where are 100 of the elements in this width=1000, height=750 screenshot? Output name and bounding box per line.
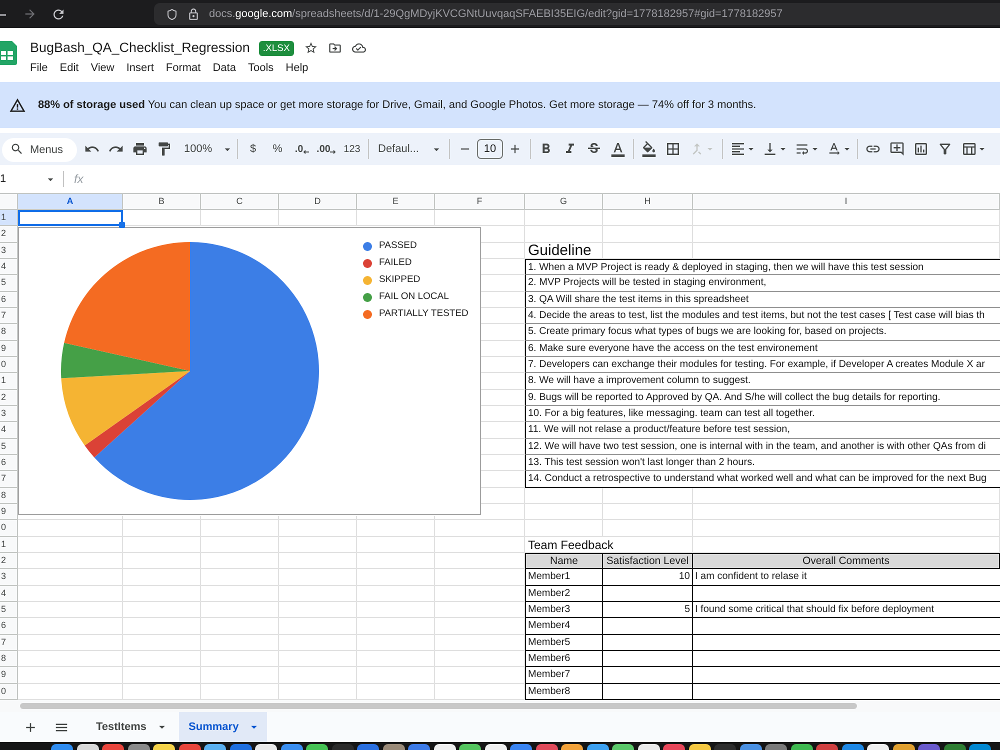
star-icon[interactable]	[304, 41, 318, 55]
empty-cell[interactable]	[279, 536, 357, 553]
percent-format-button[interactable]: %	[265, 137, 290, 161]
app-icon[interactable]	[255, 744, 277, 750]
address-bar[interactable]: docs.google.com/spreadsheets/d/1-29QgMDyjKVCGNtUuvqaqSFAEBI35EIG/edit?gid=1778182957#gid=1778182957	[154, 3, 1000, 25]
row-header[interactable]: 4	[0, 586, 18, 602]
app-icon[interactable]	[434, 744, 456, 750]
column-header[interactable]: E	[357, 194, 435, 210]
row-header[interactable]: 0	[0, 684, 18, 700]
row-header[interactable]: 8	[0, 650, 18, 668]
empty-cell[interactable]	[201, 650, 279, 668]
folder-move-icon[interactable]	[328, 41, 342, 55]
column-header[interactable]: A	[18, 194, 123, 210]
horizontal-scrollbar[interactable]	[0, 700, 1000, 712]
menu-item[interactable]: Tools	[248, 61, 274, 75]
empty-cell[interactable]	[525, 488, 603, 504]
empty-cell[interactable]	[693, 504, 1000, 520]
chart-icon[interactable]	[913, 141, 929, 157]
font-size-field[interactable]: 10	[477, 139, 503, 159]
empty-cell[interactable]	[693, 488, 1000, 504]
empty-cell[interactable]	[435, 210, 525, 226]
column-header[interactable]: C	[201, 194, 279, 210]
empty-cell[interactable]	[201, 634, 279, 651]
plus-icon[interactable]	[508, 142, 522, 156]
scrollbar-thumb[interactable]	[20, 703, 857, 709]
app-icon[interactable]	[484, 744, 506, 750]
empty-cell[interactable]	[435, 667, 525, 684]
empty-cell[interactable]	[201, 602, 279, 618]
column-header[interactable]: H	[603, 194, 693, 210]
menu-item[interactable]: Help	[286, 61, 308, 75]
row-header[interactable]: 3	[0, 242, 18, 259]
row-header[interactable]: 7	[0, 308, 18, 324]
app-icon[interactable]	[459, 744, 481, 750]
empty-cell[interactable]	[603, 520, 693, 537]
paint-format-icon[interactable]	[156, 141, 172, 157]
increase-decimal-button[interactable]: .00	[314, 137, 339, 161]
empty-cell[interactable]	[357, 586, 435, 602]
menu-item[interactable]: View	[90, 61, 114, 75]
empty-cell[interactable]	[693, 226, 1000, 243]
empty-cell[interactable]	[693, 520, 1000, 537]
column-header[interactable]: G	[525, 194, 603, 210]
empty-cell[interactable]	[357, 634, 435, 651]
empty-cell[interactable]	[435, 634, 525, 651]
empty-cell[interactable]	[279, 586, 357, 602]
menu-item[interactable]: Insert	[126, 61, 154, 75]
empty-cell[interactable]	[279, 634, 357, 651]
empty-cell[interactable]	[357, 650, 435, 668]
row-header[interactable]: 2	[0, 226, 18, 243]
empty-cell[interactable]	[279, 650, 357, 668]
decrease-decimal-button[interactable]: .0	[290, 137, 314, 161]
row-header[interactable]: 5	[0, 275, 18, 292]
sheet-tab[interactable]: TestItems	[86, 712, 175, 742]
menu-item[interactable]: Data	[212, 61, 236, 75]
empty-cell[interactable]	[279, 618, 357, 635]
empty-cell[interactable]	[525, 226, 603, 243]
name-box[interactable]: 1	[0, 170, 44, 188]
empty-cell[interactable]	[123, 667, 201, 684]
empty-cell[interactable]	[435, 618, 525, 635]
currency-format-button[interactable]: $	[241, 137, 265, 161]
print-icon[interactable]	[132, 141, 148, 157]
menu-item[interactable]: Format	[166, 61, 201, 75]
app-icon[interactable]	[638, 744, 660, 750]
selected-cell[interactable]	[18, 210, 123, 226]
filter-icon[interactable]	[937, 141, 953, 157]
app-icon[interactable]	[204, 744, 226, 750]
row-header[interactable]: 4	[0, 258, 18, 276]
row-header[interactable]: 0	[0, 356, 18, 374]
empty-cell[interactable]	[525, 504, 603, 520]
row-header[interactable]: 4	[0, 422, 18, 439]
fill-handle-icon[interactable]	[119, 222, 125, 228]
menu-item[interactable]: File	[30, 61, 48, 75]
empty-cell[interactable]	[357, 552, 435, 570]
empty-cell[interactable]	[201, 667, 279, 684]
empty-cell[interactable]	[201, 569, 279, 586]
borders-icon[interactable]	[665, 141, 681, 157]
empty-cell[interactable]	[123, 569, 201, 586]
row-header[interactable]: 1	[0, 536, 18, 553]
empty-cell[interactable]	[201, 586, 279, 602]
empty-cell[interactable]	[123, 602, 201, 618]
cloud-check-icon[interactable]	[352, 41, 366, 55]
app-icon[interactable]	[306, 744, 328, 750]
row-header[interactable]: 7	[0, 634, 18, 651]
search-field[interactable]: Menus	[2, 138, 77, 162]
empty-cell[interactable]	[435, 520, 525, 537]
empty-cell[interactable]	[201, 536, 279, 553]
column-header[interactable]: D	[279, 194, 357, 210]
row-header[interactable]: 8	[0, 488, 18, 504]
app-icon[interactable]	[561, 744, 583, 750]
empty-cell[interactable]	[201, 552, 279, 570]
text-color-icon[interactable]	[610, 141, 626, 157]
app-icon[interactable]	[892, 744, 914, 750]
row-header[interactable]: 6	[0, 292, 18, 308]
row-header[interactable]: 6	[0, 618, 18, 635]
app-icon[interactable]	[688, 744, 710, 750]
empty-cell[interactable]	[525, 520, 603, 537]
empty-cell[interactable]	[357, 536, 435, 553]
empty-cell[interactable]	[357, 602, 435, 618]
empty-cell[interactable]	[201, 210, 279, 226]
forward-arrow-icon[interactable]	[23, 7, 37, 21]
empty-cell[interactable]	[603, 242, 693, 259]
